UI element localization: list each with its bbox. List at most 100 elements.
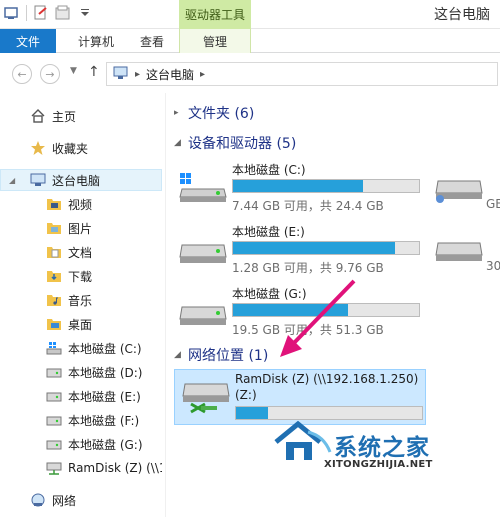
drive-d-tile[interactable]: GB xyxy=(434,159,500,213)
drive-usage-bar xyxy=(232,179,420,193)
nav-item-drive-e[interactable]: 本地磁盘 (E:) xyxy=(0,385,162,407)
expand-chevron-icon: ◢ xyxy=(174,350,181,360)
annotation-arrow xyxy=(280,279,356,357)
expand-chevron-icon: ◢ xyxy=(174,138,181,148)
music-folder-icon xyxy=(46,292,62,308)
nav-item-ramdisk[interactable]: RamDisk (Z) (\\1 xyxy=(0,457,162,479)
group-folders-header[interactable]: ▸ 文件夹 (6) xyxy=(174,103,254,123)
tab-computer[interactable]: 计算机 xyxy=(66,29,126,53)
nav-item-label: 视频 xyxy=(68,197,93,212)
back-button[interactable]: ← xyxy=(12,64,32,84)
title-bar: 驱动器工具 这台电脑 xyxy=(0,0,500,29)
drive-free-space: 7.44 GB 可用，共 24.4 GB xyxy=(232,199,384,213)
drive-free-space: 1.28 GB 可用，共 9.76 GB xyxy=(232,261,384,275)
navigation-pane: 主页 收藏夹 ◢ 这台电脑 视频 图片 文档 下载 音乐 桌面 本地磁盘 (C:… xyxy=(0,93,166,517)
drive-letter: (Z:) xyxy=(235,388,257,402)
nav-item-label: 收藏夹 xyxy=(52,141,89,156)
nav-item-label: 本地磁盘 (E:) xyxy=(68,389,141,404)
star-icon xyxy=(30,140,46,156)
quick-access-toolbar xyxy=(4,5,93,21)
tab-file[interactable]: 文件 xyxy=(0,29,56,53)
nav-item-label: 下载 xyxy=(68,269,93,284)
breadcrumb-chevron-icon[interactable]: ▸ xyxy=(200,69,205,80)
collapse-chevron-icon: ▸ xyxy=(174,108,179,118)
group-network-label: 网络位置 (1) xyxy=(188,348,269,364)
nav-item-drive-d[interactable]: 本地磁盘 (D:) xyxy=(0,361,162,383)
nav-item-desktop[interactable]: 桌面 xyxy=(0,313,162,335)
computer-icon xyxy=(113,66,129,83)
nav-item-label: 本地磁盘 (C:) xyxy=(68,341,142,356)
drive-icon xyxy=(179,306,227,325)
drive-icon xyxy=(435,180,483,203)
drive-name: 本地磁盘 (C:) xyxy=(232,163,306,177)
watermark-subtitle: XITONGZHIJIA.NET xyxy=(324,459,433,470)
nav-item-this-pc[interactable]: ◢ 这台电脑 xyxy=(0,169,162,191)
contextual-tab-header: 驱动器工具 xyxy=(179,0,251,29)
nav-item-label: 主页 xyxy=(52,109,77,124)
network-icon xyxy=(30,492,46,508)
nav-item-drive-f[interactable]: 本地磁盘 (F:) xyxy=(0,409,162,431)
nav-item-downloads[interactable]: 下载 xyxy=(0,265,162,287)
nav-item-label: 本地磁盘 (G:) xyxy=(68,437,143,452)
nav-item-favorites[interactable]: 收藏夹 xyxy=(0,137,162,159)
nav-item-label: 网络 xyxy=(52,493,77,508)
nav-item-music[interactable]: 音乐 xyxy=(0,289,162,311)
nav-item-label: 这台电脑 xyxy=(52,173,101,188)
network-drive-icon xyxy=(46,460,62,476)
arrow-right-icon: → xyxy=(45,67,55,81)
breadcrumb-chevron-icon[interactable]: ▸ xyxy=(135,69,140,80)
nav-item-drive-g[interactable]: 本地磁盘 (G:) xyxy=(0,433,162,455)
navigation-bar: ← → ▼ ↑ ▸ 这台电脑 ▸ xyxy=(0,53,500,93)
new-folder-icon[interactable] xyxy=(55,5,71,21)
video-folder-icon xyxy=(46,196,62,212)
properties-icon[interactable] xyxy=(33,5,49,21)
ribbon-tabs: 文件 计算机 查看 管理 xyxy=(0,29,500,53)
breadcrumb-this-pc[interactable]: 这台电脑 xyxy=(146,66,194,83)
nav-item-label: 图片 xyxy=(68,221,93,236)
drive-icon xyxy=(46,412,62,428)
nav-item-pictures[interactable]: 图片 xyxy=(0,217,162,239)
drive-icon xyxy=(46,388,62,404)
drive-icon xyxy=(179,244,227,263)
window-menu-icon[interactable] xyxy=(4,5,20,21)
home-icon xyxy=(30,108,46,124)
tab-manage[interactable]: 管理 xyxy=(179,29,251,53)
nav-item-label: 音乐 xyxy=(68,293,93,308)
forward-button[interactable]: → xyxy=(40,64,60,84)
drive-free-space: GB xyxy=(486,197,500,211)
drive-icon xyxy=(435,242,483,261)
nav-item-documents[interactable]: 文档 xyxy=(0,241,162,263)
computer-icon xyxy=(30,172,46,188)
system-drive-icon xyxy=(46,340,62,356)
drive-usage-fill xyxy=(236,407,268,419)
document-folder-icon xyxy=(46,244,62,260)
group-network-header[interactable]: ◢ 网络位置 (1) xyxy=(174,345,268,365)
download-folder-icon xyxy=(46,268,62,284)
nav-item-label: 文档 xyxy=(68,245,93,260)
drive-f-tile[interactable]: 30 xyxy=(434,221,500,275)
window-title: 这台电脑 xyxy=(434,7,490,23)
nav-item-home[interactable]: 主页 xyxy=(0,105,162,127)
watermark-logo: 系统之家 XITONGZHIJIA.NET xyxy=(272,414,462,474)
drive-usage-fill xyxy=(233,242,395,254)
nav-item-drive-c[interactable]: 本地磁盘 (C:) xyxy=(0,337,162,359)
drive-usage-bar xyxy=(232,241,420,255)
tab-view[interactable]: 查看 xyxy=(130,29,174,53)
address-bar[interactable]: ▸ 这台电脑 ▸ xyxy=(106,62,498,86)
picture-folder-icon xyxy=(46,220,62,236)
nav-item-network[interactable]: 网络 xyxy=(0,489,162,511)
customize-toolbar-icon[interactable] xyxy=(77,5,93,21)
drive-free-space: 30 xyxy=(486,259,500,273)
group-devices-header[interactable]: ◢ 设备和驱动器 (5) xyxy=(174,133,296,153)
house-logo-icon xyxy=(274,420,332,460)
nav-item-videos[interactable]: 视频 xyxy=(0,193,162,215)
nav-item-label: 本地磁盘 (D:) xyxy=(68,365,143,380)
expand-arrow-icon[interactable]: ◢ xyxy=(9,176,15,185)
system-drive-icon xyxy=(179,173,227,202)
drive-e-tile[interactable]: 本地磁盘 (E:) 1.28 GB 可用，共 9.76 GB xyxy=(172,221,420,275)
recent-locations-dropdown[interactable]: ▼ xyxy=(70,66,77,76)
drive-c-tile[interactable]: 本地磁盘 (C:) 7.44 GB 可用，共 24.4 GB xyxy=(172,159,420,213)
drive-icon xyxy=(46,364,62,380)
drive-icon xyxy=(46,436,62,452)
up-button[interactable]: ↑ xyxy=(88,64,100,80)
